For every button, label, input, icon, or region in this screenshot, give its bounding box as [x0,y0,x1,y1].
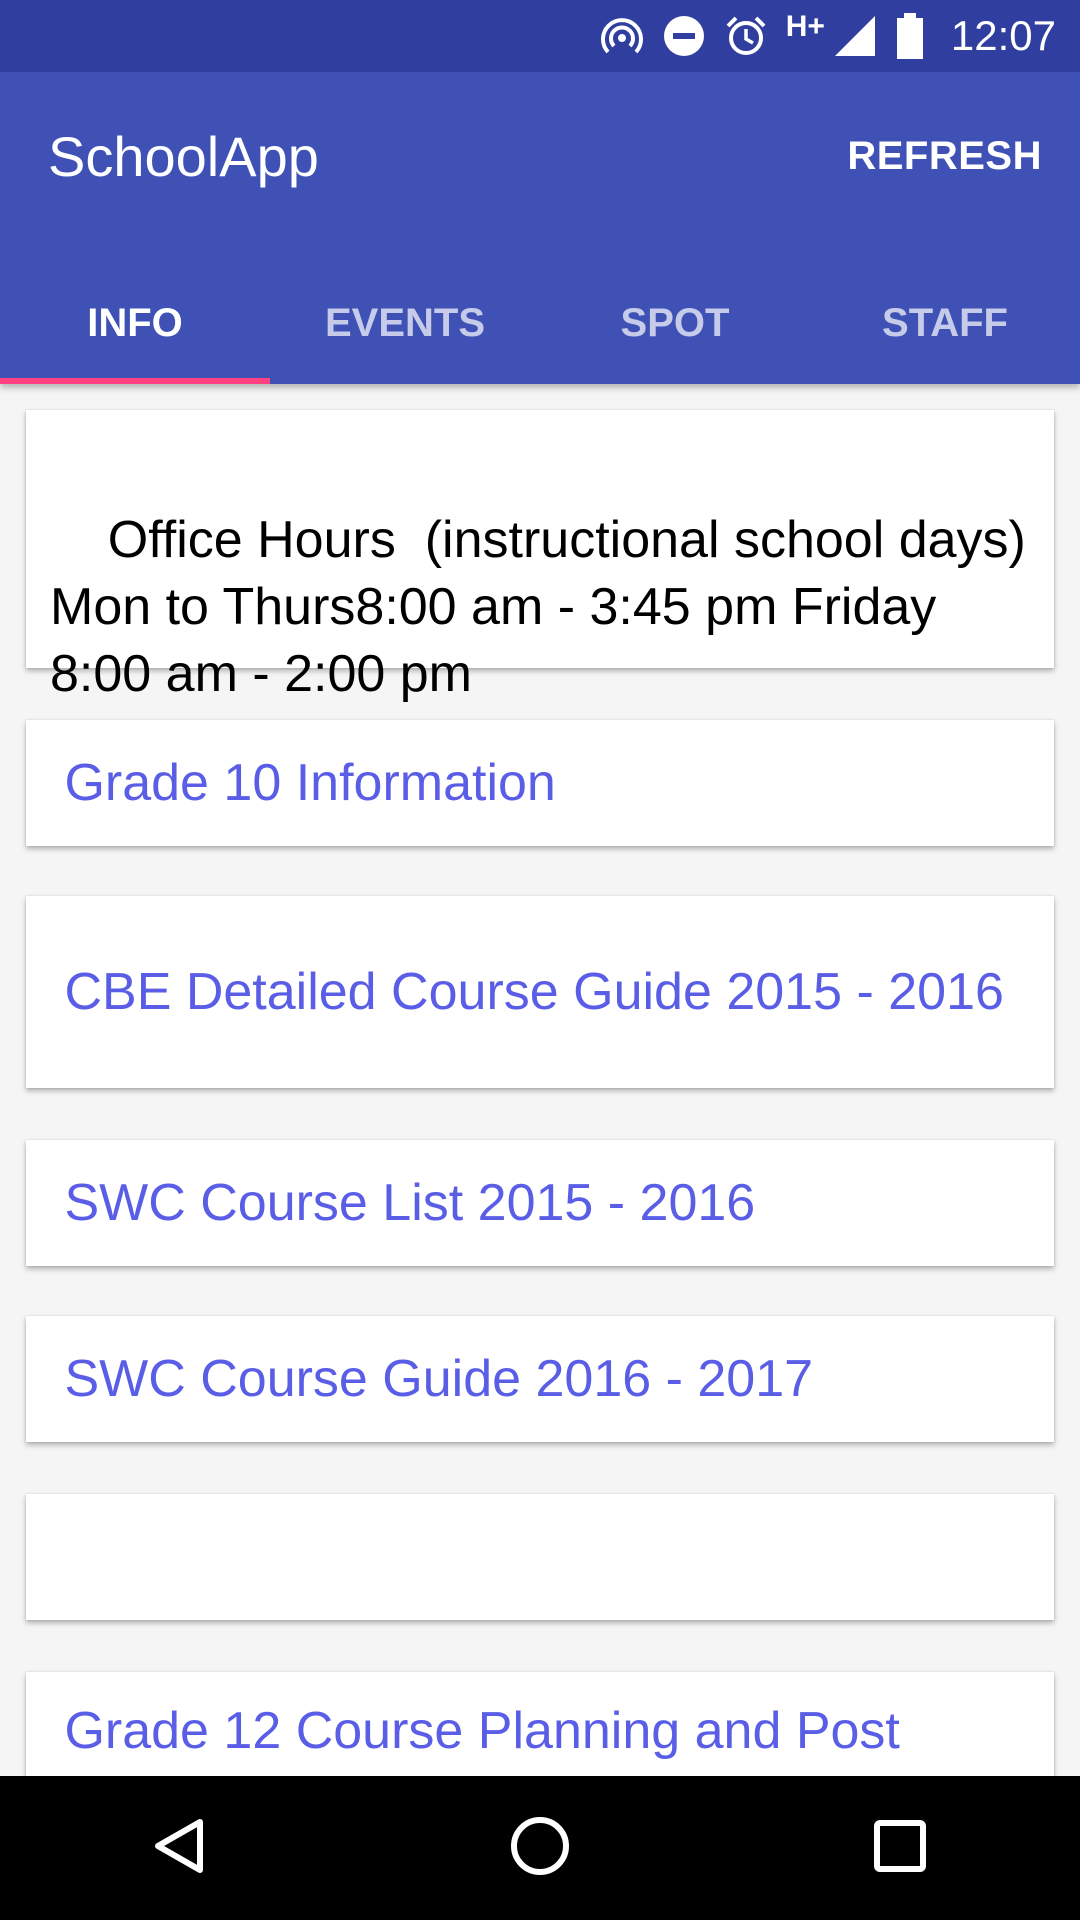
list-item[interactable]: Grade 10 Information [26,720,1054,846]
network-type-label: H+ [785,10,825,43]
tab-spot[interactable]: SPOT [540,268,810,384]
signal-icon [833,14,877,58]
refresh-button[interactable]: REFRESH [847,134,1042,179]
status-icons: H+ 12:07 [600,0,1056,72]
grade-12-planning-link[interactable]: Grade 12 Course Planning and Post [50,1702,899,1760]
list-item-empty[interactable] [26,1494,1054,1620]
swc-course-list-link[interactable]: SWC Course List 2015 - 2016 [50,1170,755,1237]
recents-icon [872,1818,928,1879]
app-bar: SchoolApp REFRESH INFO EVENTS SPOT STAFF [0,72,1080,384]
battery-icon [895,13,925,59]
tab-bar: INFO EVENTS SPOT STAFF [0,268,1080,384]
tab-staff[interactable]: STAFF [810,268,1080,384]
tab-info[interactable]: INFO [0,268,270,384]
list-item[interactable]: Grade 12 Course Planning and Post [26,1672,1054,1776]
grade-10-info-link[interactable]: Grade 10 Information [50,750,555,817]
hotspot-icon [600,14,644,58]
do-not-disturb-icon [662,14,706,58]
cbe-course-guide-link[interactable]: CBE Detailed Course Guide 2015 - 2016 [50,959,1003,1026]
status-time: 12:07 [950,12,1056,59]
app-title: SchoolApp [48,125,319,188]
info-list[interactable]: Office Hours (instructional school days)… [0,384,1080,1776]
home-icon [508,1814,572,1883]
alarm-icon [724,14,768,58]
back-icon [150,1816,210,1881]
tab-events[interactable]: EVENTS [270,268,540,384]
home-button[interactable] [480,1788,600,1908]
back-button[interactable] [120,1788,240,1908]
office-hours-card: Office Hours (instructional school days)… [26,410,1054,703]
recents-button[interactable] [840,1788,960,1908]
navigation-bar [0,1776,1080,1920]
swc-course-guide-link[interactable]: SWC Course Guide 2016 - 2017 [50,1346,813,1413]
list-item[interactable]: CBE Detailed Course Guide 2015 - 2016 [26,896,1054,1088]
list-item[interactable]: SWC Course List 2015 - 2016 [26,1140,1054,1266]
list-item[interactable]: SWC Course Guide 2016 - 2017 [26,1316,1054,1442]
office-hours-text: Office Hours (instructional school days)… [50,511,1041,703]
status-bar: H+ 12:07 [0,0,1080,72]
